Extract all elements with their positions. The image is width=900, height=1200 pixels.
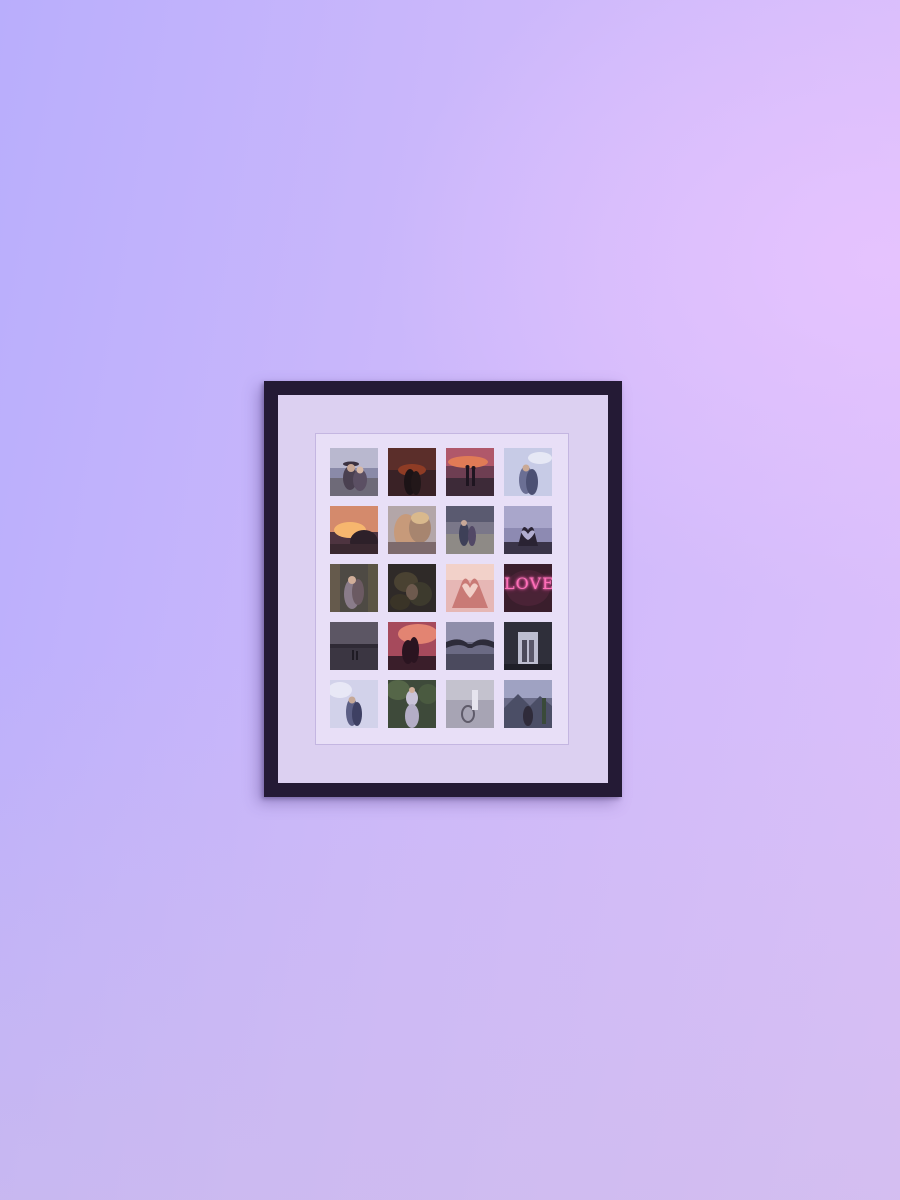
photo-couple-in-hats bbox=[330, 448, 378, 496]
photo-couple-sunset-beach bbox=[446, 448, 494, 496]
photo-sunset-glow bbox=[330, 506, 378, 554]
photo-hand-heart-sky bbox=[504, 506, 552, 554]
photo-couple-field bbox=[446, 506, 494, 554]
photo-mat: LOVE bbox=[316, 434, 568, 744]
photo-couple-sky bbox=[504, 448, 552, 496]
photo-couple-dark-silhouette bbox=[388, 448, 436, 496]
photo-dark-foliage bbox=[388, 564, 436, 612]
photo-couple-in-forest bbox=[330, 564, 378, 612]
photo-couple-embrace-sky bbox=[330, 680, 378, 728]
photo-couple-lake bbox=[330, 622, 378, 670]
photo-couple-red-sunset bbox=[388, 622, 436, 670]
picture-frame: LOVE bbox=[264, 381, 622, 797]
neon-love-text: LOVE bbox=[504, 574, 552, 593]
photo-grid: LOVE bbox=[330, 448, 552, 728]
photo-couple-closeup bbox=[388, 506, 436, 554]
photo-holding-hands bbox=[446, 622, 494, 670]
photo-couple-lifting bbox=[388, 680, 436, 728]
photo-couple-mountain bbox=[504, 680, 552, 728]
photo-neon-love-sign: LOVE bbox=[504, 564, 552, 612]
photo-wedding-shoes bbox=[446, 680, 494, 728]
photo-couple-doorway bbox=[504, 622, 552, 670]
photo-hand-heart-pink bbox=[446, 564, 494, 612]
